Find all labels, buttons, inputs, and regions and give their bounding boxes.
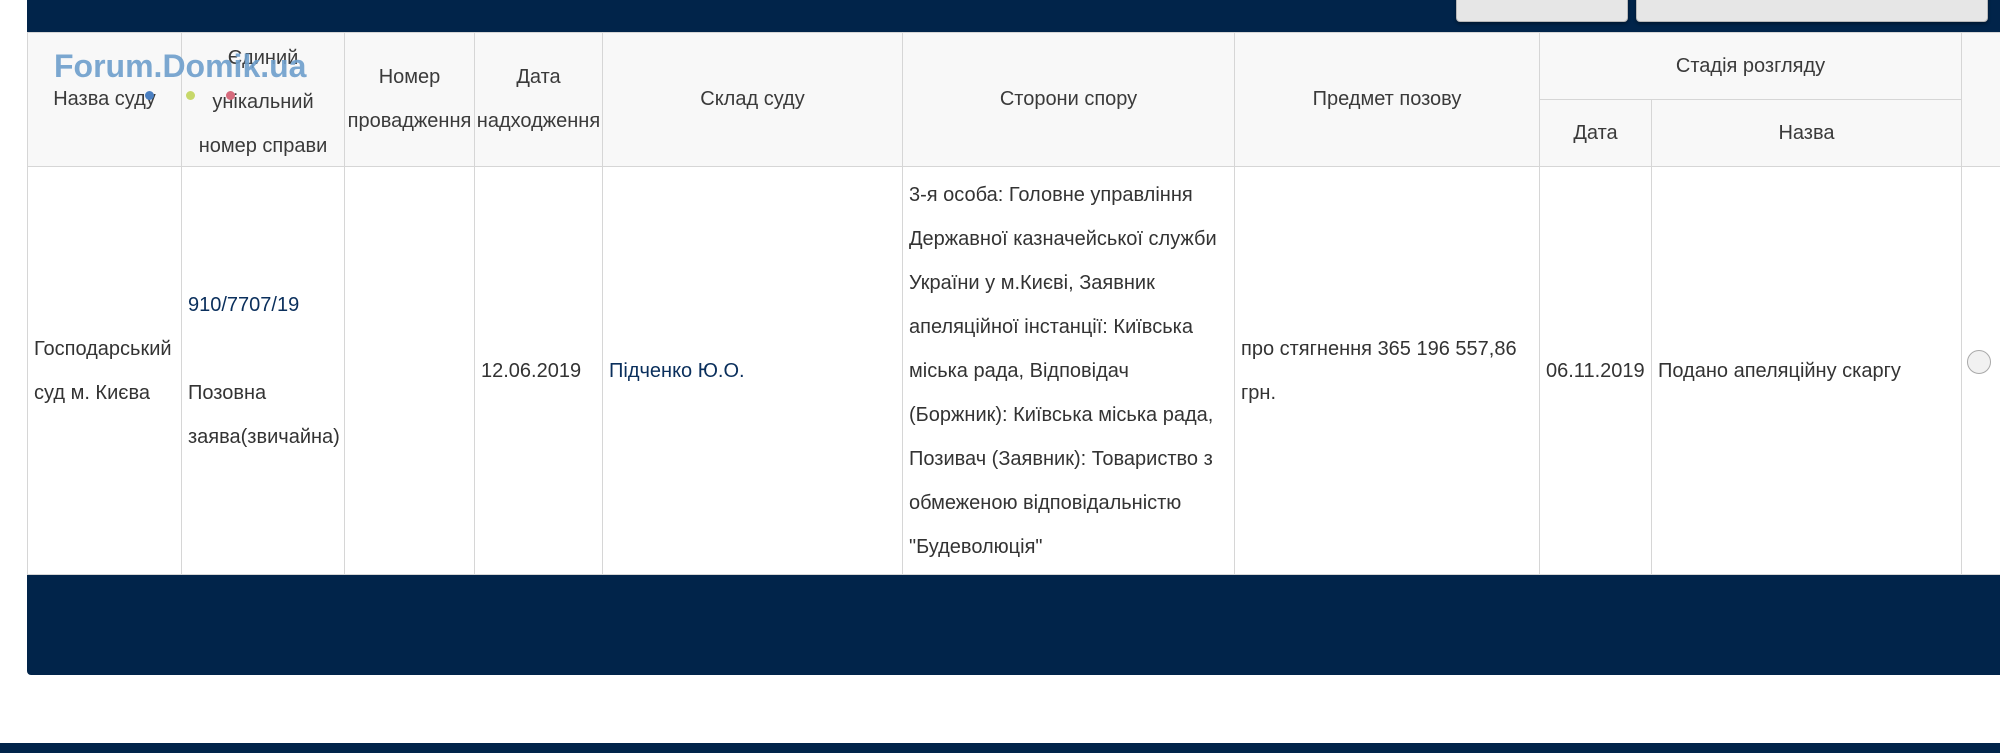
header-stage-name[interactable]: Назва <box>1652 100 1961 166</box>
cell-court-name: Господарський суд м. Києва <box>34 337 172 404</box>
header-claim-subject[interactable]: Предмет позову <box>1235 32 1539 166</box>
header-parties[interactable]: Сторони спору <box>903 32 1234 166</box>
col-border <box>1961 32 1962 575</box>
header-case-number[interactable]: Єдиний унікальний номер справи <box>182 32 344 166</box>
cell-parties: 3-я особа: Головне управління Державної … <box>909 183 1217 558</box>
header-stage-group: Стадія розгляду <box>1675 54 1826 77</box>
case-number-link[interactable]: 910/7707/19 <box>188 283 299 327</box>
case-type-label: Позовна заява(звичайна) <box>188 381 340 448</box>
watermark-dot <box>186 91 195 100</box>
header-proceeding-number[interactable]: Номер провадження <box>345 32 474 166</box>
header-court-name[interactable]: Назва суду <box>28 32 181 166</box>
page-footer-bar <box>0 743 2000 753</box>
cell-claim-subject: про стягнення 365 196 557,86 грн. <box>1241 337 1517 404</box>
table-footer-panel <box>27 575 2000 675</box>
header-stage-date[interactable]: Дата <box>1540 100 1651 166</box>
cell-proceeding-number <box>345 167 474 574</box>
cases-table: Назва суду Єдиний унікальний номер справ… <box>27 32 2000 575</box>
top-button-1[interactable] <box>1456 0 1628 22</box>
judge-link[interactable]: Підченко Ю.О. <box>603 167 902 574</box>
cell-received-date: 12.06.2019 <box>481 359 582 382</box>
cell-stage-date: 06.11.2019 <box>1546 359 1645 382</box>
header-received-date[interactable]: Дата надходження <box>475 32 602 166</box>
cell-case: 910/7707/19 Позовна заява(звичайна) <box>182 167 344 574</box>
row-select-radio[interactable] <box>1967 350 1991 374</box>
watermark-dot <box>145 91 154 100</box>
cell-stage-name: Подано апеляційну скаргу <box>1658 359 1901 382</box>
header-court-composition[interactable]: Склад суду <box>603 32 902 166</box>
top-button-2[interactable] <box>1636 0 1988 22</box>
watermark-dot <box>226 91 235 100</box>
